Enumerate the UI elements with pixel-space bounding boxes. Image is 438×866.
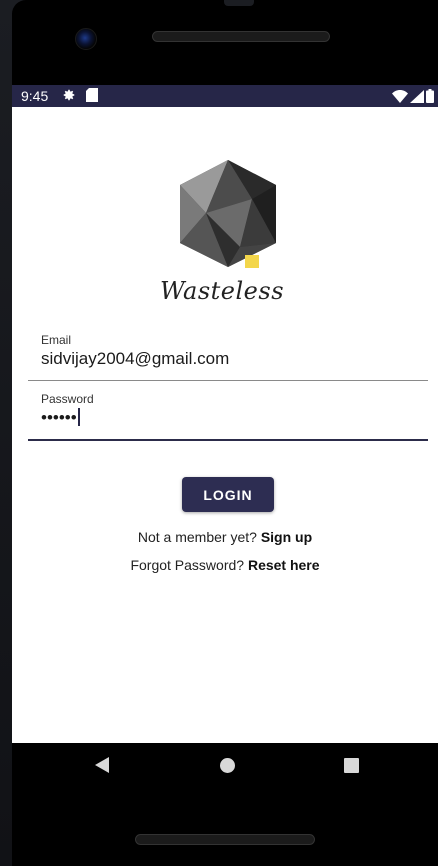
status-left-icons: [62, 88, 98, 102]
password-input-wrap[interactable]: ••••••: [41, 408, 80, 428]
email-label: Email: [41, 333, 72, 347]
signup-line: Not a member yet? Sign up: [12, 529, 438, 545]
email-field[interactable]: Email sidvijay2004@gmail.com: [28, 329, 428, 381]
signup-link[interactable]: Sign up: [261, 529, 312, 545]
reset-line: Forgot Password? Reset here: [12, 557, 438, 573]
top-bezel: [12, 0, 438, 85]
reset-link[interactable]: Reset here: [248, 557, 320, 573]
signup-prefix: Not a member yet?: [137, 529, 257, 545]
wifi-icon: [392, 89, 408, 103]
app-screen: 9:45 Wasteless Email sidvijay2004@gmail.…: [12, 85, 438, 743]
settings-gear-icon: [63, 89, 75, 101]
home-icon[interactable]: [220, 758, 235, 773]
password-underline: [28, 439, 428, 441]
recents-icon[interactable]: [344, 758, 359, 773]
text-cursor: [77, 408, 80, 426]
geometric-polyhedron-logo: [180, 160, 276, 268]
battery-icon: [426, 89, 434, 103]
bottom-speaker: [135, 834, 315, 845]
top-notch: [224, 0, 254, 6]
status-right-icons: [392, 89, 434, 103]
signal-icon: [410, 89, 424, 103]
status-bar: 9:45: [12, 85, 438, 107]
brand-wordmark: Wasteless: [159, 277, 285, 305]
password-field[interactable]: Password ••••••: [28, 388, 428, 441]
navigation-bar: [12, 743, 438, 866]
sd-card-icon: [86, 88, 98, 102]
front-camera: [75, 28, 97, 50]
back-icon[interactable]: [95, 757, 109, 773]
earpiece-speaker: [152, 31, 330, 42]
password-label: Password: [41, 392, 94, 406]
status-time: 9:45: [21, 88, 49, 104]
device-frame: 9:45 Wasteless Email sidvijay2004@gmail.…: [0, 0, 438, 866]
password-input[interactable]: ••••••: [41, 408, 77, 427]
email-underline: [28, 380, 428, 381]
email-input[interactable]: sidvijay2004@gmail.com: [41, 349, 229, 369]
reset-prefix: Forgot Password?: [130, 557, 245, 573]
login-button[interactable]: LOGIN: [182, 477, 274, 512]
